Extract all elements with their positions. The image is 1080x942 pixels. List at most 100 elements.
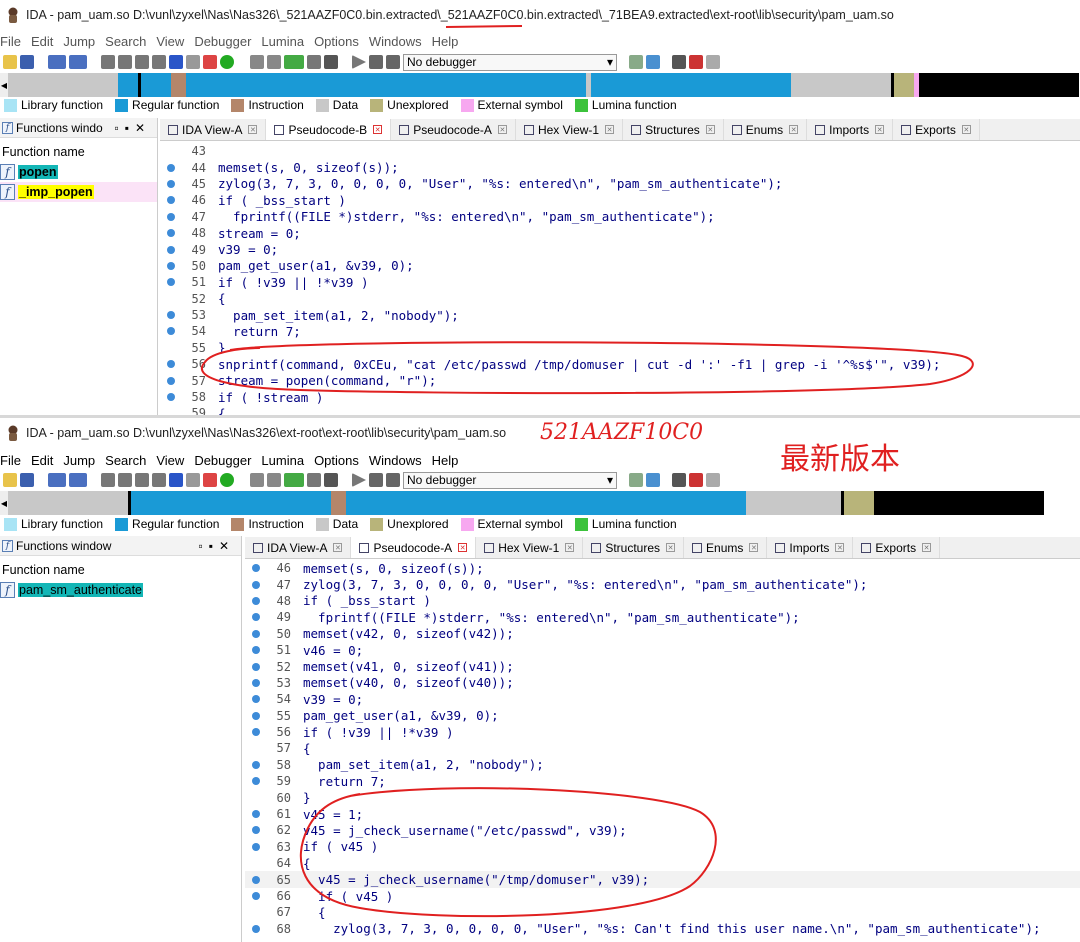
menu-item-search[interactable]: Search bbox=[105, 453, 146, 468]
tab-close-icon[interactable]: ✕ bbox=[922, 543, 932, 552]
attach-icon[interactable] bbox=[629, 473, 643, 487]
breakpoint-dot[interactable] bbox=[160, 179, 182, 188]
tab-ida-view-a[interactable]: IDA View-A ✕ bbox=[160, 119, 267, 140]
code-line[interactable]: 46 memset(s, 0, sizeof(s)); bbox=[245, 560, 1080, 576]
debugger-select[interactable]: No debugger ▾ bbox=[403, 53, 617, 71]
attach-icon[interactable] bbox=[629, 55, 643, 69]
code-line[interactable]: 47 zylog(3, 7, 3, 0, 0, 0, 0, "User", "%s… bbox=[245, 576, 1080, 592]
enum-icon[interactable] bbox=[267, 473, 281, 487]
breakpoint-dot[interactable] bbox=[245, 810, 267, 819]
function-row[interactable]: f _imp_popen bbox=[0, 182, 157, 202]
debugger-select[interactable]: No debugger ▾ bbox=[403, 471, 617, 489]
save-icon[interactable] bbox=[20, 55, 34, 69]
code-line[interactable]: 50 pam_get_user(a1, &v39, 0); bbox=[160, 258, 1080, 274]
code-line[interactable]: 45 zylog(3, 7, 3, 0, 0, 0, 0, "User", "%s… bbox=[160, 176, 1080, 192]
menu-item-lumina[interactable]: Lumina bbox=[261, 453, 304, 468]
code-line[interactable]: 56 if ( !v39 || !*v39 ) bbox=[245, 724, 1080, 740]
close-x-icon[interactable] bbox=[324, 473, 338, 487]
code-line[interactable]: 49 fprintf((FILE *)stderr, "%s: entered\… bbox=[245, 609, 1080, 625]
code-line[interactable]: 53 pam_set_item(a1, 2, "nobody"); bbox=[160, 307, 1080, 323]
run-icon[interactable] bbox=[352, 55, 366, 69]
sync-icon[interactable] bbox=[646, 55, 660, 69]
menu-item-help[interactable]: Help bbox=[432, 34, 459, 49]
breakpoint-dot[interactable] bbox=[245, 842, 267, 851]
breakpoint-dot[interactable] bbox=[245, 875, 267, 884]
code-line[interactable]: 54 v39 = 0; bbox=[245, 691, 1080, 707]
code-line[interactable]: 43 bbox=[160, 143, 1080, 159]
breakpoint-dot[interactable] bbox=[245, 678, 267, 687]
menu-item-jump[interactable]: Jump bbox=[63, 34, 95, 49]
code-line[interactable]: 58 pam_set_item(a1, 2, "nobody"); bbox=[245, 757, 1080, 773]
breakpoint-dot[interactable] bbox=[245, 711, 267, 720]
breakpoint-dot[interactable] bbox=[160, 163, 182, 172]
code-line[interactable]: 66 if ( v45 ) bbox=[245, 888, 1080, 904]
tab-close-icon[interactable]: ✕ bbox=[248, 125, 258, 134]
plugin-icon[interactable] bbox=[284, 473, 304, 487]
tab-close-icon[interactable]: ✕ bbox=[705, 125, 715, 134]
code-line[interactable]: 57 { bbox=[245, 740, 1080, 756]
search-text-icon[interactable] bbox=[101, 55, 115, 69]
open-icon[interactable] bbox=[3, 473, 17, 487]
breakpoint-dot[interactable] bbox=[160, 311, 182, 320]
code-line[interactable]: 59 return 7; bbox=[245, 773, 1080, 789]
pseudocode-view[interactable]: 43 44 memset(s, 0, sizeof(s)); 45 zylog(3, 7… bbox=[160, 143, 1080, 416]
pause-icon[interactable] bbox=[369, 55, 383, 69]
tab-close-icon[interactable]: ✕ bbox=[961, 125, 971, 134]
struct-icon[interactable] bbox=[250, 473, 264, 487]
tab-close-icon[interactable]: ✕ bbox=[458, 543, 468, 552]
stop-icon[interactable] bbox=[386, 55, 400, 69]
stop-icon[interactable] bbox=[386, 473, 400, 487]
breakpoint-dot[interactable] bbox=[160, 229, 182, 238]
menu-item-options[interactable]: Options bbox=[314, 453, 359, 468]
code-line[interactable]: 67 { bbox=[245, 904, 1080, 920]
breakpoint-icon[interactable] bbox=[307, 473, 321, 487]
code-line[interactable]: 68 zylog(3, 7, 3, 0, 0, 0, 0, "User", "%… bbox=[245, 921, 1080, 937]
menu-item-options[interactable]: Options bbox=[314, 34, 359, 49]
code-line[interactable]: 62 v45 = j_check_username("/etc/passwd", … bbox=[245, 822, 1080, 838]
menu-item-search[interactable]: Search bbox=[105, 34, 146, 49]
function-name[interactable]: pam_sm_authenticate bbox=[18, 583, 143, 597]
breakpoint-dot[interactable] bbox=[245, 924, 267, 933]
search-imm-icon[interactable] bbox=[135, 473, 149, 487]
flag-icon[interactable] bbox=[689, 473, 703, 487]
tab-structures[interactable]: Structures ✕ bbox=[623, 119, 724, 140]
code-icon[interactable] bbox=[186, 473, 200, 487]
plugins-icon[interactable] bbox=[706, 55, 720, 69]
tab-close-icon[interactable]: ✕ bbox=[605, 125, 615, 134]
code-line[interactable]: 55 pam_get_user(a1, &v39, 0); bbox=[245, 708, 1080, 724]
menu-item-edit[interactable]: Edit bbox=[31, 34, 53, 49]
sync-icon[interactable] bbox=[646, 473, 660, 487]
breakpoint-dot[interactable] bbox=[160, 327, 182, 336]
tab-close-icon[interactable]: ✕ bbox=[333, 543, 343, 552]
plugins-icon[interactable] bbox=[706, 473, 720, 487]
breakpoint-dot[interactable] bbox=[160, 360, 182, 369]
open-icon[interactable] bbox=[3, 55, 17, 69]
enum-icon[interactable] bbox=[267, 55, 281, 69]
breakpoint-dot[interactable] bbox=[245, 596, 267, 605]
pseudocode-view[interactable]: 46 memset(s, 0, sizeof(s)); 47 zylog(3, 7, … bbox=[245, 560, 1080, 942]
menu-item-file[interactable]: File bbox=[0, 34, 21, 49]
pause-icon[interactable] bbox=[369, 473, 383, 487]
code-line[interactable]: 47 fprintf((FILE *)stderr, "%s: entered\… bbox=[160, 209, 1080, 225]
search-binary-icon[interactable] bbox=[118, 473, 132, 487]
tab-close-icon[interactable]: ✕ bbox=[373, 125, 383, 134]
function-row[interactable]: f popen bbox=[0, 162, 157, 182]
breakpoint-dot[interactable] bbox=[245, 580, 267, 589]
forward-icon[interactable] bbox=[69, 473, 87, 487]
plugin-icon[interactable] bbox=[284, 55, 304, 69]
search-binary-icon[interactable] bbox=[118, 55, 132, 69]
function-name-column[interactable]: Function name bbox=[0, 142, 157, 162]
panel-controls[interactable]: ▫▪✕ bbox=[114, 121, 151, 135]
breakpoint-dot[interactable] bbox=[160, 393, 182, 402]
flag-icon[interactable] bbox=[689, 55, 703, 69]
tab-imports[interactable]: Imports ✕ bbox=[807, 119, 894, 140]
calc-icon[interactable] bbox=[672, 473, 686, 487]
back-icon[interactable] bbox=[48, 55, 66, 69]
breakpoint-dot[interactable] bbox=[245, 646, 267, 655]
menu-item-debugger[interactable]: Debugger bbox=[194, 453, 251, 468]
breakpoint-dot[interactable] bbox=[160, 261, 182, 270]
code-line[interactable]: 52 { bbox=[160, 291, 1080, 307]
menu-item-help[interactable]: Help bbox=[432, 453, 459, 468]
code-line[interactable]: 44 memset(s, 0, sizeof(s)); bbox=[160, 159, 1080, 175]
code-line[interactable]: 50 memset(v42, 0, sizeof(v42)); bbox=[245, 626, 1080, 642]
